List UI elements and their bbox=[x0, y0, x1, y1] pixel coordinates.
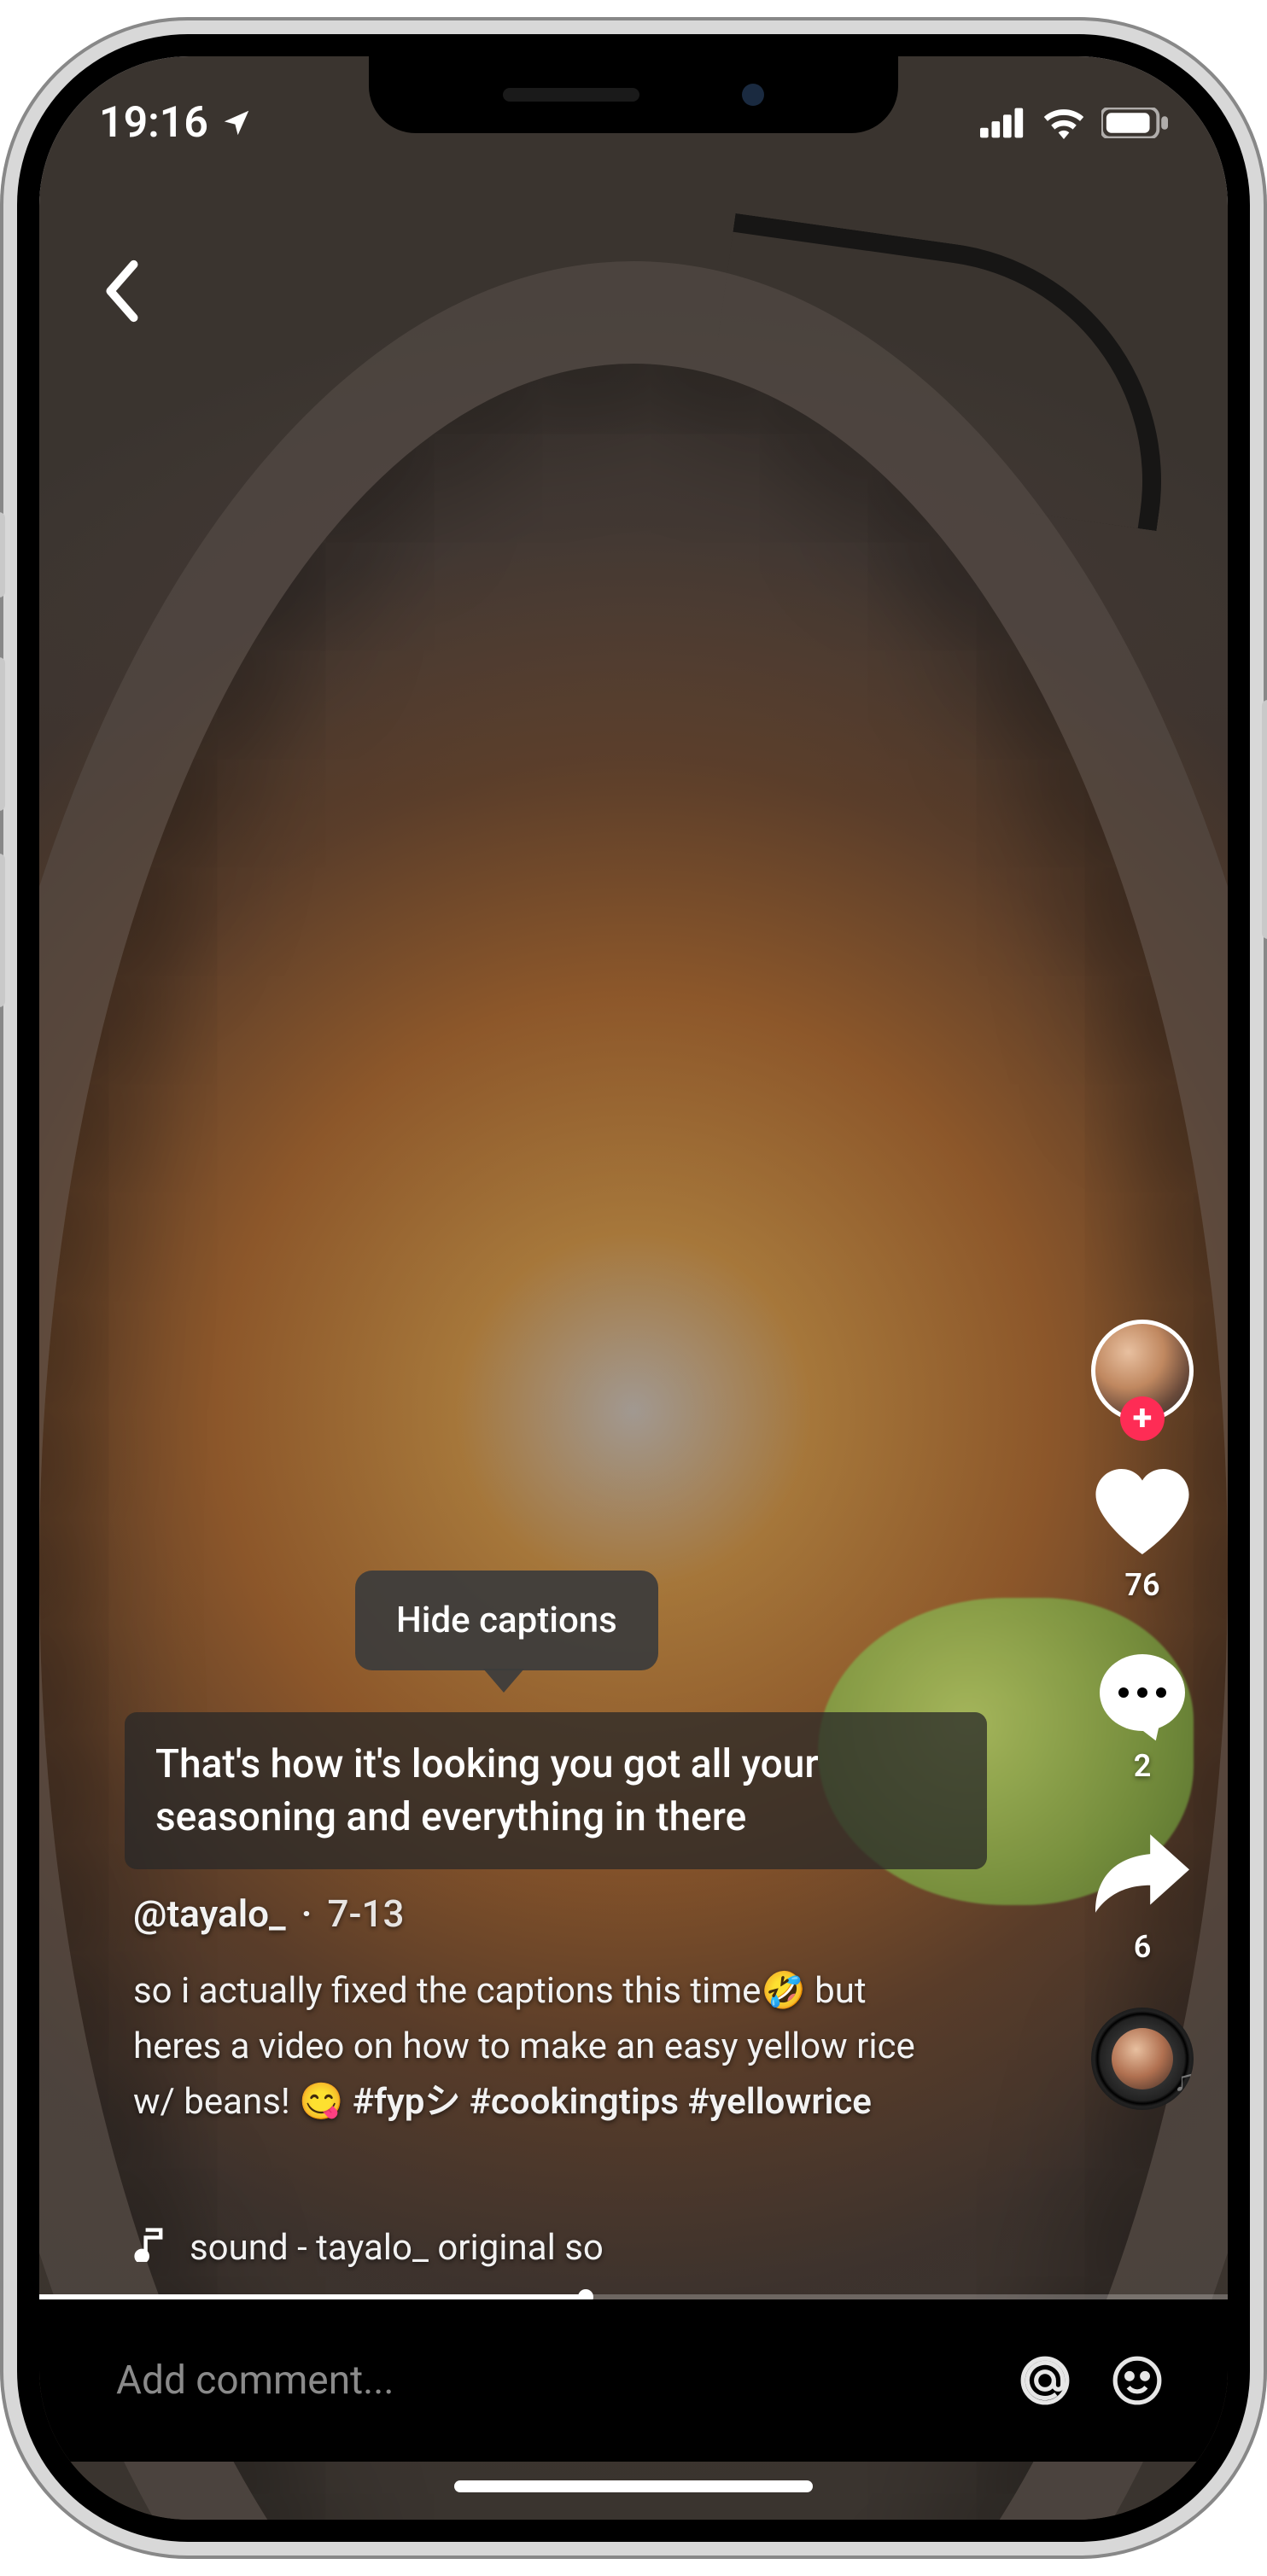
creator-avatar[interactable]: + bbox=[1091, 1320, 1194, 1422]
power-button bbox=[1262, 700, 1267, 939]
post-description[interactable]: so i actually fixed the captions this ti… bbox=[133, 1963, 955, 2130]
wifi-icon bbox=[1042, 107, 1086, 139]
tooltip-label: Hide captions bbox=[396, 1600, 617, 1641]
sound-disc[interactable]: ♪ ♫ bbox=[1091, 2008, 1194, 2110]
phone-frame: 19:16 bbox=[0, 17, 1267, 2559]
hashtag[interactable]: #cookingtips bbox=[470, 2081, 679, 2123]
comment-button[interactable]: 2 bbox=[1095, 1646, 1189, 1784]
emoji-icon: 😋 bbox=[299, 2081, 343, 2123]
emoji-icon: 🤣 bbox=[761, 1970, 805, 2012]
back-button[interactable] bbox=[90, 261, 150, 321]
separator: · bbox=[301, 1891, 312, 1936]
sound-text: sound - tayalo_ original so bbox=[190, 2227, 604, 2269]
status-time: 19:16 bbox=[99, 98, 208, 148]
music-note-icon: ♪ bbox=[1091, 2008, 1097, 2037]
mention-button[interactable] bbox=[1014, 2350, 1076, 2411]
share-icon bbox=[1095, 1827, 1189, 1920]
hashtag[interactable]: #yellowrice bbox=[687, 2081, 871, 2123]
post-meta: @tayalo_ · 7-13 bbox=[133, 1891, 405, 1936]
post-date: 7-13 bbox=[328, 1891, 405, 1936]
location-icon bbox=[220, 107, 253, 139]
home-indicator[interactable] bbox=[454, 2480, 813, 2492]
volume-down-button bbox=[0, 854, 5, 1007]
sound-label[interactable]: sound - tayalo_ original so bbox=[133, 2224, 1006, 2271]
battery-icon bbox=[1101, 108, 1168, 138]
comment-count: 2 bbox=[1134, 1748, 1152, 1784]
follow-button[interactable]: + bbox=[1120, 1396, 1165, 1441]
video-content[interactable] bbox=[39, 56, 1228, 2520]
notch bbox=[369, 56, 898, 133]
side-button bbox=[0, 512, 5, 597]
emoji-button[interactable] bbox=[1106, 2350, 1168, 2411]
plus-icon: + bbox=[1133, 1401, 1153, 1437]
volume-up-button bbox=[0, 657, 5, 811]
auto-caption[interactable]: That's how it's looking you got all your… bbox=[125, 1712, 987, 1869]
caption-text: That's how it's looking you got all your… bbox=[155, 1741, 819, 1840]
music-note-icon: ♫ bbox=[1174, 2064, 1194, 2098]
background-decor bbox=[39, 261, 1228, 2520]
disc-avatar bbox=[1112, 2028, 1173, 2089]
hide-captions-tooltip[interactable]: Hide captions bbox=[355, 1571, 658, 1670]
heart-icon bbox=[1095, 1465, 1189, 1559]
share-count: 6 bbox=[1134, 1929, 1152, 1965]
action-rail: + 76 2 bbox=[1091, 1320, 1194, 2110]
comment-icon bbox=[1095, 1646, 1189, 1740]
like-button[interactable]: 76 bbox=[1095, 1465, 1189, 1603]
comment-input[interactable]: Add comment... bbox=[116, 2357, 984, 2404]
share-button[interactable]: 6 bbox=[1095, 1827, 1189, 1965]
username[interactable]: @tayalo_ bbox=[133, 1891, 286, 1936]
cellular-signal-icon bbox=[980, 108, 1026, 138]
screen: 19:16 bbox=[39, 56, 1228, 2520]
like-count: 76 bbox=[1124, 1567, 1159, 1603]
comment-bar: Add comment... bbox=[39, 2299, 1228, 2462]
hashtag[interactable]: #fypシ bbox=[353, 2081, 461, 2123]
music-note-icon bbox=[133, 2224, 166, 2271]
